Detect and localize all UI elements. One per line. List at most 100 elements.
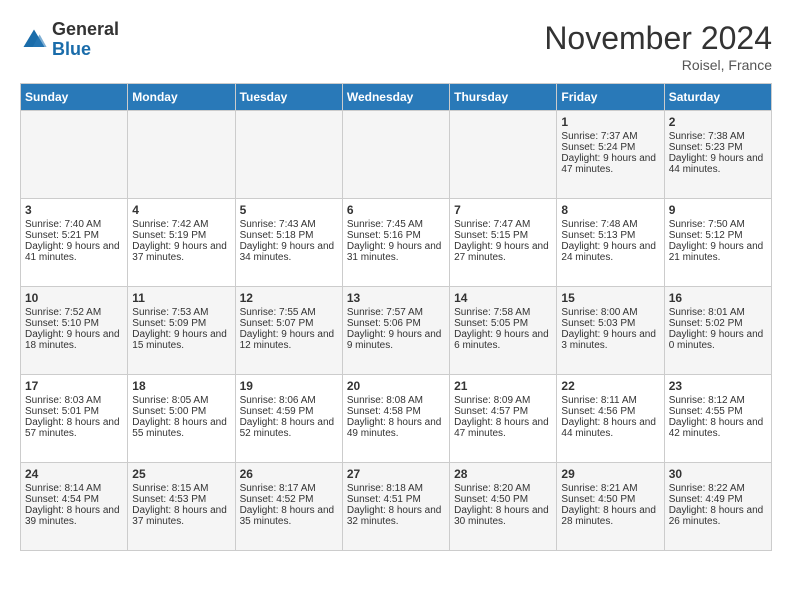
calendar-cell: 21Sunrise: 8:09 AMSunset: 4:57 PMDayligh… <box>450 375 557 463</box>
daylight-text: Daylight: 8 hours and 37 minutes. <box>132 505 230 527</box>
sunset-text: Sunset: 4:55 PM <box>669 406 767 417</box>
calendar-cell: 17Sunrise: 8:03 AMSunset: 5:01 PMDayligh… <box>21 375 128 463</box>
day-of-week-header: Friday <box>557 84 664 111</box>
calendar-cell: 10Sunrise: 7:52 AMSunset: 5:10 PMDayligh… <box>21 287 128 375</box>
daylight-text: Daylight: 9 hours and 12 minutes. <box>240 329 338 351</box>
sunrise-text: Sunrise: 8:06 AM <box>240 395 338 406</box>
sunrise-text: Sunrise: 8:17 AM <box>240 483 338 494</box>
sunrise-text: Sunrise: 8:15 AM <box>132 483 230 494</box>
day-number: 21 <box>454 379 552 393</box>
day-number: 9 <box>669 203 767 217</box>
calendar-cell: 26Sunrise: 8:17 AMSunset: 4:52 PMDayligh… <box>235 463 342 551</box>
calendar-cell: 8Sunrise: 7:48 AMSunset: 5:13 PMDaylight… <box>557 199 664 287</box>
daylight-text: Daylight: 9 hours and 24 minutes. <box>561 241 659 263</box>
sunset-text: Sunset: 5:09 PM <box>132 318 230 329</box>
day-of-week-header: Thursday <box>450 84 557 111</box>
day-number: 27 <box>347 467 445 481</box>
calendar-cell: 12Sunrise: 7:55 AMSunset: 5:07 PMDayligh… <box>235 287 342 375</box>
logo: General Blue <box>20 20 119 60</box>
calendar-cell: 28Sunrise: 8:20 AMSunset: 4:50 PMDayligh… <box>450 463 557 551</box>
daylight-text: Daylight: 8 hours and 47 minutes. <box>454 417 552 439</box>
sunset-text: Sunset: 5:05 PM <box>454 318 552 329</box>
daylight-text: Daylight: 8 hours and 52 minutes. <box>240 417 338 439</box>
sunrise-text: Sunrise: 8:18 AM <box>347 483 445 494</box>
calendar-cell <box>342 111 449 199</box>
calendar-cell: 25Sunrise: 8:15 AMSunset: 4:53 PMDayligh… <box>128 463 235 551</box>
sunrise-text: Sunrise: 7:43 AM <box>240 219 338 230</box>
sunset-text: Sunset: 4:54 PM <box>25 494 123 505</box>
day-number: 6 <box>347 203 445 217</box>
day-number: 29 <box>561 467 659 481</box>
daylight-text: Daylight: 9 hours and 37 minutes. <box>132 241 230 263</box>
calendar-cell: 19 Sunrise: 8:06 AMSunset: 4:59 PMDayligh… <box>235 375 342 463</box>
sunset-text: Sunset: 4:58 PM <box>347 406 445 417</box>
day-of-week-header: Sunday <box>21 84 128 111</box>
sunset-text: Sunset: 5:12 PM <box>669 230 767 241</box>
calendar-cell: 29Sunrise: 8:21 AMSunset: 4:50 PMDayligh… <box>557 463 664 551</box>
sunset-text: Sunset: 4:51 PM <box>347 494 445 505</box>
daylight-text: Daylight: 9 hours and 15 minutes. <box>132 329 230 351</box>
day-number: 19 <box>240 379 338 393</box>
daylight-text: Daylight: 8 hours and 30 minutes. <box>454 505 552 527</box>
daylight-text: Daylight: 8 hours and 55 minutes. <box>132 417 230 439</box>
sunrise-text: Sunrise: 7:38 AM <box>669 131 767 142</box>
calendar-cell: 18Sunrise: 8:05 AMSunset: 5:00 PMDayligh… <box>128 375 235 463</box>
calendar-table: SundayMondayTuesdayWednesdayThursdayFrid… <box>20 83 772 551</box>
sunset-text: Sunset: 5:19 PM <box>132 230 230 241</box>
sunset-text: Sunset: 5:23 PM <box>669 142 767 153</box>
calendar-cell <box>450 111 557 199</box>
sunrise-text: Sunrise: 7:47 AM <box>454 219 552 230</box>
calendar-cell: 2 Sunrise: 7:38 AMSunset: 5:23 PMDaylight… <box>664 111 771 199</box>
calendar-week-row: 24Sunrise: 8:14 AMSunset: 4:54 PMDayligh… <box>21 463 772 551</box>
day-number: 20 <box>347 379 445 393</box>
calendar-cell: 20Sunrise: 8:08 AMSunset: 4:58 PMDayligh… <box>342 375 449 463</box>
daylight-text: Daylight: 9 hours and 47 minutes. <box>561 153 659 175</box>
sunset-text: Sunset: 5:21 PM <box>25 230 123 241</box>
daylight-text: Daylight: 9 hours and 44 minutes. <box>669 153 767 175</box>
daylight-text: Daylight: 9 hours and 9 minutes. <box>347 329 445 351</box>
logo-icon <box>20 26 48 54</box>
calendar-cell <box>128 111 235 199</box>
calendar-cell: 23Sunrise: 8:12 AMSunset: 4:55 PMDayligh… <box>664 375 771 463</box>
sunset-text: Sunset: 4:59 PM <box>240 406 338 417</box>
calendar-cell: 4Sunrise: 7:42 AMSunset: 5:19 PMDaylight… <box>128 199 235 287</box>
sunset-text: Sunset: 5:24 PM <box>561 142 659 153</box>
calendar-cell: 15Sunrise: 8:00 AMSunset: 5:03 PMDayligh… <box>557 287 664 375</box>
daylight-text: Daylight: 9 hours and 31 minutes. <box>347 241 445 263</box>
sunset-text: Sunset: 4:56 PM <box>561 406 659 417</box>
daylight-text: Daylight: 9 hours and 21 minutes. <box>669 241 767 263</box>
daylight-text: Daylight: 8 hours and 26 minutes. <box>669 505 767 527</box>
calendar-cell: 24Sunrise: 8:14 AMSunset: 4:54 PMDayligh… <box>21 463 128 551</box>
sunset-text: Sunset: 5:13 PM <box>561 230 659 241</box>
calendar-header-row: SundayMondayTuesdayWednesdayThursdayFrid… <box>21 84 772 111</box>
daylight-text: Daylight: 8 hours and 39 minutes. <box>25 505 123 527</box>
sunrise-text: Sunrise: 8:05 AM <box>132 395 230 406</box>
sunset-text: Sunset: 5:18 PM <box>240 230 338 241</box>
day-number: 30 <box>669 467 767 481</box>
calendar-cell: 6Sunrise: 7:45 AMSunset: 5:16 PMDaylight… <box>342 199 449 287</box>
day-number: 4 <box>132 203 230 217</box>
daylight-text: Daylight: 8 hours and 42 minutes. <box>669 417 767 439</box>
daylight-text: Daylight: 9 hours and 0 minutes. <box>669 329 767 351</box>
sunrise-text: Sunrise: 8:11 AM <box>561 395 659 406</box>
day-number: 2 <box>669 115 767 129</box>
daylight-text: Daylight: 9 hours and 34 minutes. <box>240 241 338 263</box>
sunset-text: Sunset: 5:06 PM <box>347 318 445 329</box>
calendar-week-row: 3Sunrise: 7:40 AMSunset: 5:21 PMDaylight… <box>21 199 772 287</box>
calendar-cell: 1Sunrise: 7:37 AMSunset: 5:24 PMDaylight… <box>557 111 664 199</box>
calendar-cell: 13Sunrise: 7:57 AMSunset: 5:06 PMDayligh… <box>342 287 449 375</box>
sunset-text: Sunset: 4:50 PM <box>561 494 659 505</box>
sunrise-text: Sunrise: 8:20 AM <box>454 483 552 494</box>
calendar-week-row: 17Sunrise: 8:03 AMSunset: 5:01 PMDayligh… <box>21 375 772 463</box>
sunrise-text: Sunrise: 8:09 AM <box>454 395 552 406</box>
day-number: 12 <box>240 291 338 305</box>
sunset-text: Sunset: 5:10 PM <box>25 318 123 329</box>
sunrise-text: Sunrise: 8:01 AM <box>669 307 767 318</box>
day-number: 7 <box>454 203 552 217</box>
sunrise-text: Sunrise: 7:40 AM <box>25 219 123 230</box>
day-of-week-header: Monday <box>128 84 235 111</box>
day-number: 18 <box>132 379 230 393</box>
logo-blue-text: Blue <box>52 39 91 59</box>
daylight-text: Daylight: 9 hours and 18 minutes. <box>25 329 123 351</box>
day-number: 8 <box>561 203 659 217</box>
